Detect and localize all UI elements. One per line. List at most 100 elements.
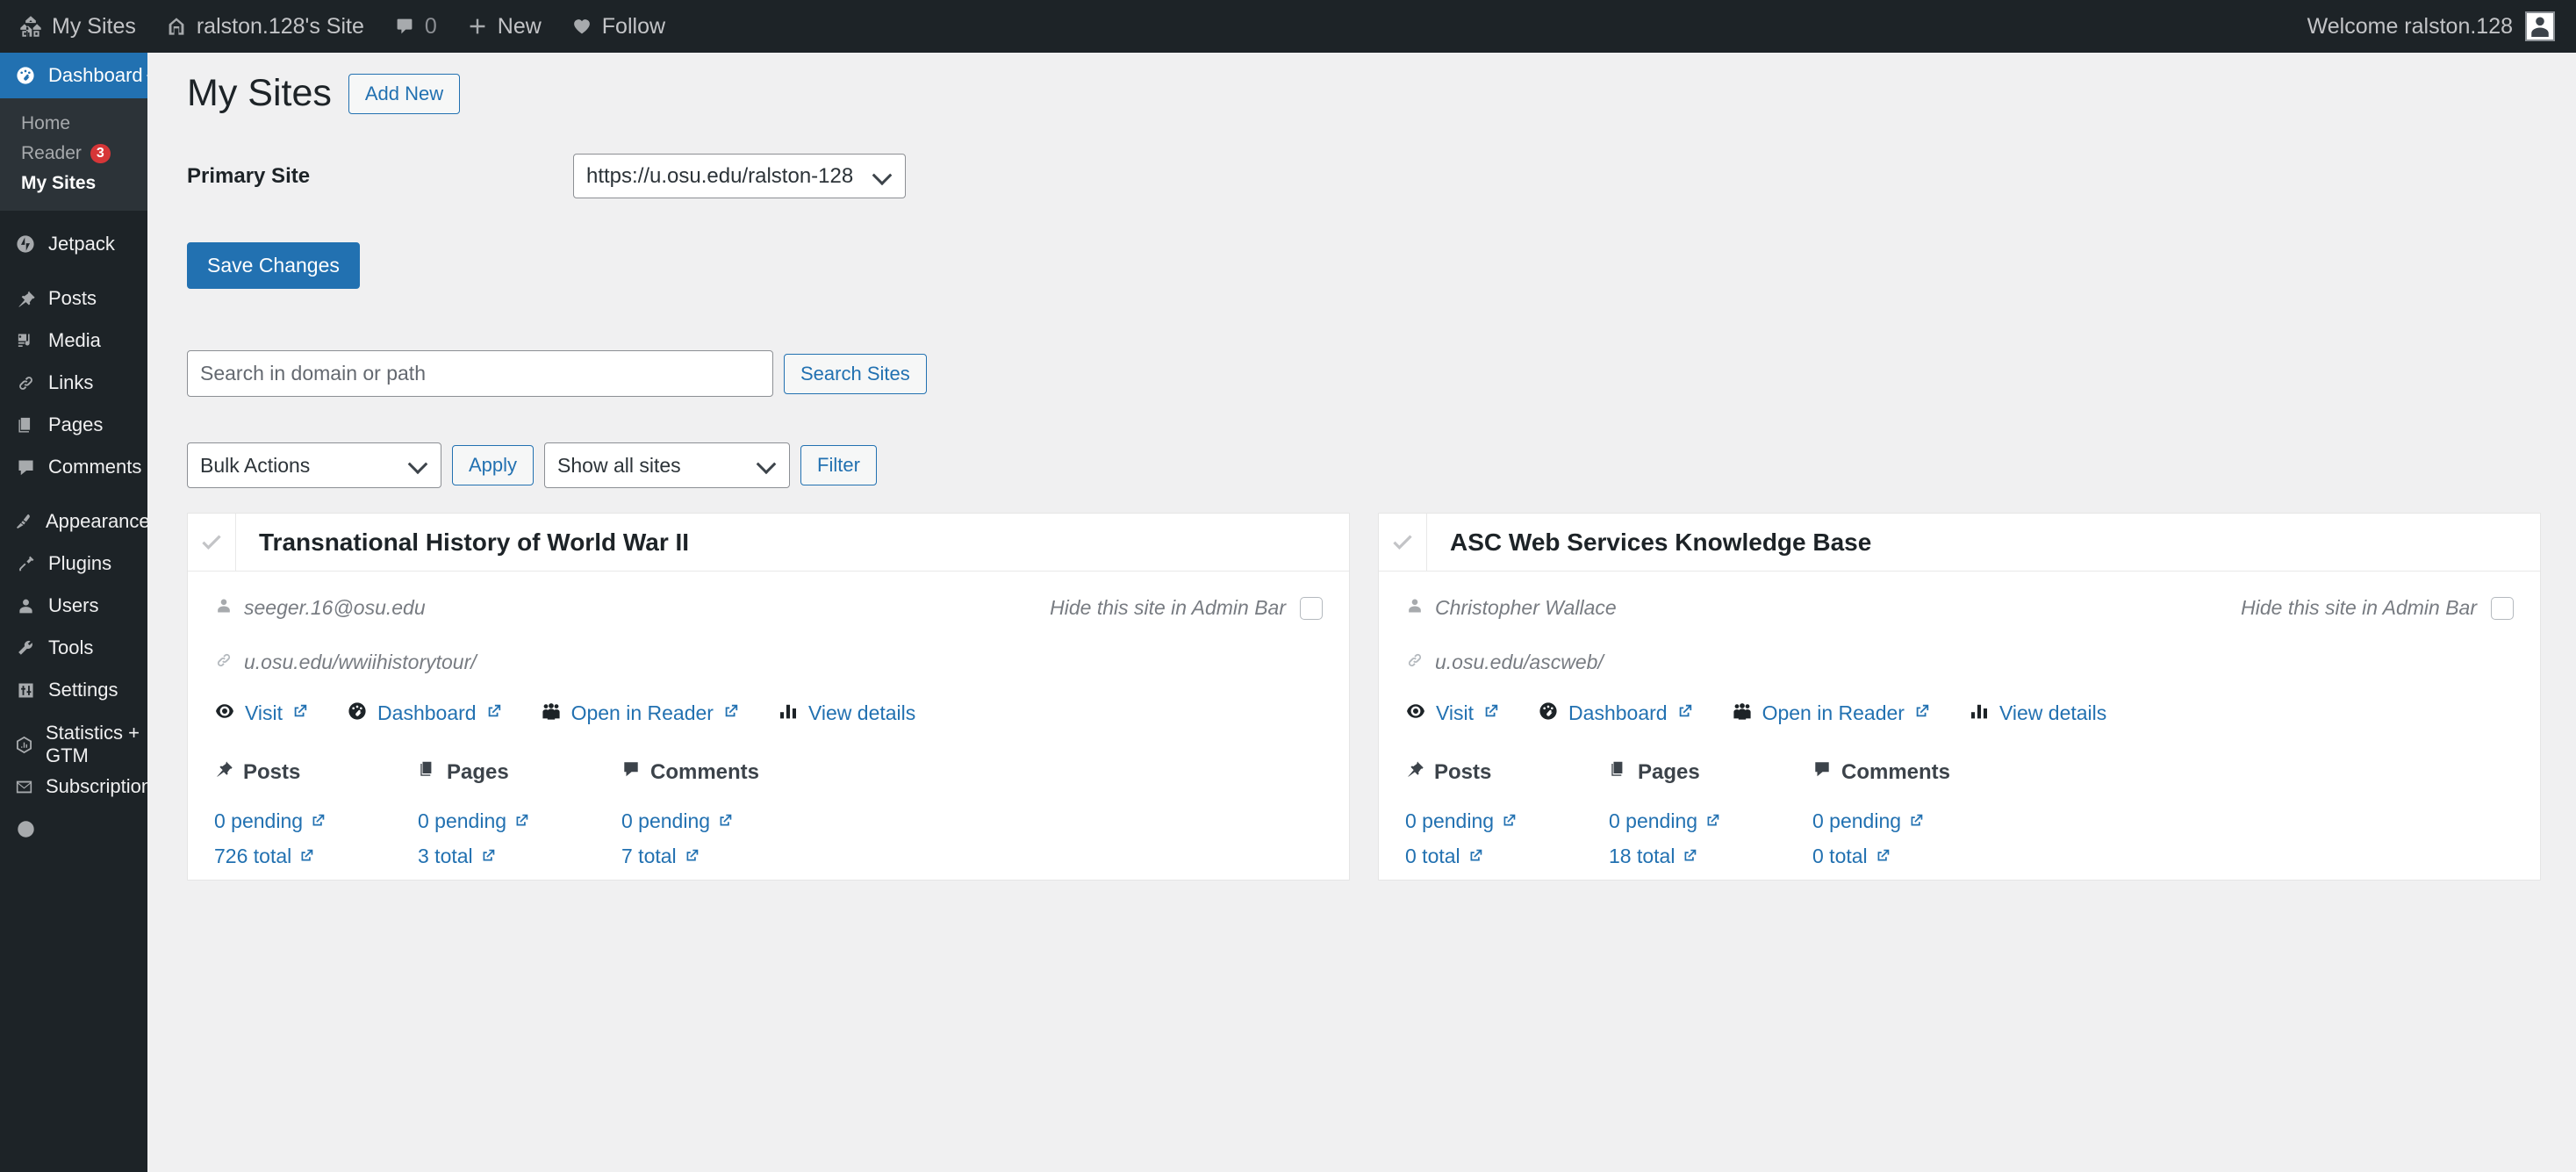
dashboard-link[interactable]: Dashboard [347, 701, 502, 726]
bulk-actions-select[interactable]: Bulk Actions [187, 442, 441, 488]
hide-in-admin-bar-label: Hide this site in Admin Bar [2241, 596, 2477, 619]
sidebar-item-dashboard[interactable]: Dashboard [0, 53, 154, 98]
sidebar-item-media-label: Media [48, 329, 101, 351]
check-icon [202, 534, 221, 550]
adminbar-follow[interactable]: Follow [556, 0, 680, 53]
sidebar-item-plugins[interactable]: Plugins [0, 543, 147, 585]
sidebar-item-home[interactable]: Home [0, 109, 147, 139]
site-url-row: u.osu.edu/ascweb/ [1405, 651, 2514, 674]
primary-site-select[interactable]: https://u.osu.edu/ralston-128 [573, 154, 906, 198]
pin-icon [1405, 759, 1424, 785]
sidebar-item-pages-label: Pages [48, 413, 104, 435]
posts-total-link[interactable]: 0 total [1405, 845, 1609, 868]
media-icon [14, 331, 37, 351]
visit-label: Visit [1436, 701, 1475, 724]
sidebar-item-settings[interactable]: Settings [0, 669, 147, 711]
sidebar-item-appearance-label: Appearance [46, 510, 150, 532]
comments-total-link[interactable]: 0 total [1812, 845, 2016, 868]
adminbar-account[interactable]: Welcome ralston.128 [2307, 11, 2576, 41]
pages-pending-link[interactable]: 0 pending [1609, 809, 1812, 833]
pages-pending-link[interactable]: 0 pending [418, 809, 621, 833]
open-in-reader-link[interactable]: Open in Reader [1732, 701, 1930, 726]
stat-column-comments: Comments 0 pending 0 total [1812, 759, 2016, 880]
filter-button[interactable]: Filter [800, 445, 877, 485]
adminbar-site-name[interactable]: ralston.128's Site [151, 0, 379, 53]
view-details-link[interactable]: View details [778, 701, 915, 726]
add-new-button[interactable]: Add New [348, 73, 461, 114]
visit-link[interactable]: Visit [214, 701, 308, 726]
comments-pending-label: 0 pending [1812, 809, 1902, 832]
adminbar-my-sites[interactable]: My Sites [0, 0, 151, 53]
save-changes-button[interactable]: Save Changes [187, 242, 360, 289]
sidebar-item-jetpack[interactable]: Jetpack [0, 223, 147, 265]
sidebar-item-my-sites[interactable]: My Sites [0, 169, 147, 198]
search-input[interactable] [187, 350, 773, 397]
dashboard-icon [1538, 701, 1559, 726]
view-details-link[interactable]: View details [1969, 701, 2106, 726]
sidebar-item-posts-label: Posts [48, 287, 97, 309]
stat-column-pages: Pages 0 pending 18 total [1609, 759, 1812, 880]
bar-chart-icon [1969, 701, 1990, 726]
search-row: Search Sites [187, 350, 2541, 397]
external-link-icon [1502, 809, 1517, 833]
site-filter-select-wrap: Show all sites [544, 442, 791, 488]
stat-pages-header: Pages [418, 759, 621, 785]
sidebar-divider-2 [0, 265, 147, 277]
hide-in-admin-bar-checkbox[interactable] [2491, 596, 2514, 620]
sidebar-item-media[interactable]: Media [0, 320, 147, 362]
sidebar-item-appearance[interactable]: Appearance [0, 500, 150, 543]
hide-in-admin-bar-checkbox[interactable] [1300, 596, 1323, 620]
pages-total-link[interactable]: 18 total [1609, 845, 1812, 868]
sidebar-divider-1 [0, 211, 147, 223]
sidebar-item-tools[interactable]: Tools [0, 627, 147, 669]
site-card: Transnational History of World War II se… [187, 513, 1350, 881]
external-link-icon [1705, 809, 1720, 833]
multisite-icon [19, 15, 42, 38]
posts-pending-link[interactable]: 0 pending [214, 809, 418, 833]
main-content: My Sites Add New Primary Site https://u.… [147, 53, 2576, 1172]
site-filter-select[interactable]: Show all sites [544, 442, 791, 488]
sidebar-item-users[interactable]: Users [0, 585, 147, 627]
pages-total-link[interactable]: 3 total [418, 845, 621, 868]
hide-in-admin-bar-row[interactable]: Hide this site in Admin Bar [1050, 596, 1323, 620]
sidebar-item-links[interactable]: Links [0, 362, 147, 404]
apply-button[interactable]: Apply [452, 445, 535, 485]
external-link-icon [299, 845, 314, 868]
primary-site-select-wrap: https://u.osu.edu/ralston-128 [573, 154, 906, 198]
hide-in-admin-bar-row[interactable]: Hide this site in Admin Bar [2241, 596, 2514, 620]
comments-pending-link[interactable]: 0 pending [1812, 809, 2016, 833]
site-select-checkbox[interactable] [188, 514, 236, 571]
adminbar-site-label: ralston.128's Site [196, 13, 364, 39]
site-cards: Transnational History of World War II se… [187, 513, 2541, 881]
site-owner-row: seeger.16@osu.edu Hide this site in Admi… [214, 596, 1323, 620]
site-select-checkbox[interactable] [1379, 514, 1427, 571]
sidebar-item-statistics-gtm[interactable]: Statistics + GTM [0, 722, 147, 766]
adminbar-new[interactable]: New [452, 0, 556, 53]
search-sites-button[interactable]: Search Sites [784, 353, 927, 394]
sidebar-item-pages[interactable]: Pages [0, 404, 147, 446]
sidebar-item-reader[interactable]: Reader 3 [0, 139, 147, 169]
sidebar-item-partial[interactable] [0, 808, 147, 850]
open-in-reader-link[interactable]: Open in Reader [541, 701, 739, 726]
posts-total-link[interactable]: 726 total [214, 845, 418, 868]
sidebar-item-posts[interactable]: Posts [0, 277, 147, 320]
sidebar-item-subscriptions[interactable]: Subscriptions [0, 766, 161, 808]
posts-pending-link[interactable]: 0 pending [1405, 809, 1609, 833]
visit-link[interactable]: Visit [1405, 701, 1499, 726]
sidebar-item-comments[interactable]: Comments [0, 446, 147, 488]
link-icon [14, 373, 37, 393]
dashboard-link[interactable]: Dashboard [1538, 701, 1693, 726]
adminbar-follow-label: Follow [601, 13, 666, 39]
comments-pending-link[interactable]: 0 pending [621, 809, 825, 833]
pages-total-label: 3 total [418, 845, 473, 867]
posts-pending-label: 0 pending [1405, 809, 1495, 832]
pin-icon [214, 759, 233, 785]
stat-posts-label: Posts [1434, 759, 1492, 784]
adminbar-comments[interactable]: 0 [379, 0, 452, 53]
stat-posts-header: Posts [214, 759, 418, 785]
plug-icon [14, 554, 37, 574]
comments-total-link[interactable]: 7 total [621, 845, 825, 868]
comments-icon [1812, 759, 1832, 785]
stat-pages-header: Pages [1609, 759, 1812, 785]
visit-label: Visit [245, 701, 283, 724]
